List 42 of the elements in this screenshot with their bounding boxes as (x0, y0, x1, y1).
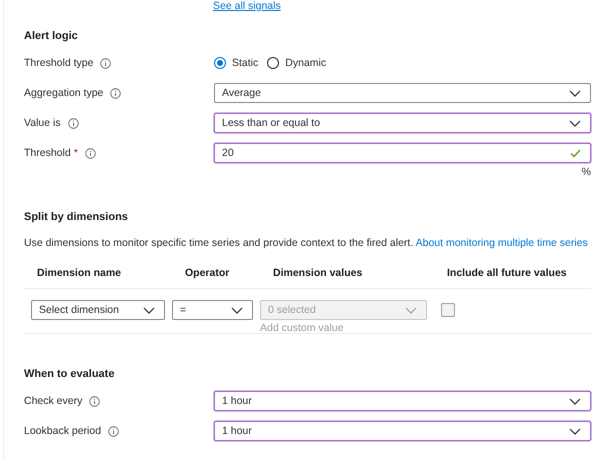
dropdown[interactable]: 1 hour (214, 421, 591, 441)
chevron-down-icon (569, 398, 581, 404)
description-text: Use dimensions to monitor specific time series and provide context to the fired alert. About monitoring multiple time series (24, 236, 589, 250)
info-icon[interactable] (89, 396, 100, 406)
field-label: Aggregation type (24, 87, 104, 99)
checkbox[interactable] (441, 303, 455, 317)
operator-dropdown[interactable]: = (172, 300, 253, 320)
dropdown[interactable]: 1 hour (214, 391, 591, 411)
required-mark: * (74, 147, 78, 159)
chevron-down-icon (143, 306, 155, 314)
section-heading: Split by dimensions (24, 211, 129, 223)
radio-button[interactable]: Dynamic (267, 57, 326, 69)
chevron-down-icon (405, 306, 417, 314)
field-label: Threshold type (24, 57, 94, 69)
chevron-down-icon (569, 120, 581, 126)
about-link[interactable]: About monitoring multiple time series (416, 237, 588, 249)
field-label: Check every (24, 395, 82, 407)
column-header: Dimension name (36, 266, 122, 281)
unit-label: % (580, 166, 591, 178)
info-icon[interactable] (100, 58, 112, 68)
field-label: Lookback period (24, 425, 102, 437)
dimension-dropdown[interactable]: Select dimension (31, 300, 165, 320)
section-heading: Alert logic (24, 30, 79, 42)
info-icon[interactable] (68, 118, 79, 128)
column-header: Include all future values (446, 266, 568, 281)
add-custom-value-text: Add custom value (260, 322, 344, 334)
column-header: Operator (184, 266, 230, 281)
see-all-signals-link[interactable]: See all signals (213, 0, 281, 12)
radio-button[interactable]: Static (214, 57, 258, 69)
column-header: Dimension values (272, 266, 364, 281)
info-icon[interactable] (110, 88, 122, 98)
dropdown[interactable]: Less than or equal to (214, 113, 591, 133)
info-icon[interactable] (84, 148, 96, 158)
field-label: Threshold (24, 147, 71, 159)
threshold-input[interactable]: 20 (214, 143, 591, 163)
section-heading: When to evaluate (24, 368, 116, 380)
info-icon[interactable] (108, 426, 120, 436)
chevron-down-icon (231, 306, 243, 314)
field-label: Value is (24, 117, 61, 129)
chevron-down-icon (569, 90, 581, 96)
dropdown[interactable]: Average (214, 83, 591, 103)
chevron-down-icon (569, 428, 581, 434)
